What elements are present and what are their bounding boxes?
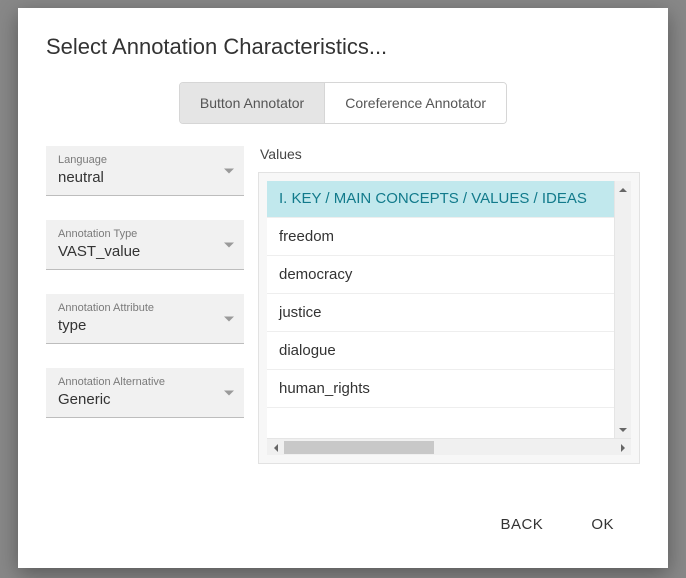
tab-button-annotator[interactable]: Button Annotator (180, 83, 324, 123)
values-label: Values (258, 146, 640, 162)
value-item[interactable]: dialogue (267, 332, 614, 370)
scroll-down-icon[interactable] (615, 421, 631, 438)
content-row: Language neutral Annotation Type VAST_va… (46, 146, 640, 464)
tab-row: Button Annotator Coreference Annotator (46, 82, 640, 124)
language-label: Language (58, 154, 234, 166)
dialog-actions: BACK OK (46, 510, 640, 539)
value-section-header[interactable]: I. KEY / MAIN CONCEPTS / VALUES / IDEAS (267, 181, 614, 218)
chevron-down-icon (224, 390, 234, 395)
language-value: neutral (58, 169, 234, 186)
annotation-attribute-label: Annotation Attribute (58, 302, 234, 314)
scroll-thumb[interactable] (284, 441, 434, 454)
value-item[interactable]: justice (267, 294, 614, 332)
values-list-wrapper: I. KEY / MAIN CONCEPTS / VALUES / IDEASf… (259, 173, 639, 438)
values-list: I. KEY / MAIN CONCEPTS / VALUES / IDEASf… (267, 181, 614, 438)
dialog: Select Annotation Characteristics... But… (18, 8, 668, 568)
language-dropdown[interactable]: Language neutral (46, 146, 244, 196)
annotation-alternative-label: Annotation Alternative (58, 376, 234, 388)
chevron-down-icon (224, 168, 234, 173)
annotation-attribute-dropdown[interactable]: Annotation Attribute type (46, 294, 244, 344)
annotation-type-dropdown[interactable]: Annotation Type VAST_value (46, 220, 244, 270)
values-box: I. KEY / MAIN CONCEPTS / VALUES / IDEASf… (258, 172, 640, 464)
tab-coreference-annotator[interactable]: Coreference Annotator (324, 83, 506, 123)
ok-button[interactable]: OK (583, 510, 622, 539)
annotation-attribute-value: type (58, 317, 234, 334)
scroll-left-icon[interactable] (267, 439, 284, 456)
horizontal-scrollbar[interactable] (267, 438, 631, 455)
annotation-type-label: Annotation Type (58, 228, 234, 240)
value-item[interactable]: democracy (267, 256, 614, 294)
value-item[interactable]: freedom (267, 218, 614, 256)
right-column: Values I. KEY / MAIN CONCEPTS / VALUES /… (258, 146, 640, 464)
annotation-alternative-dropdown[interactable]: Annotation Alternative Generic (46, 368, 244, 418)
left-column: Language neutral Annotation Type VAST_va… (46, 146, 244, 464)
dialog-title: Select Annotation Characteristics... (46, 34, 640, 60)
scroll-right-icon[interactable] (614, 439, 631, 456)
annotator-tab-group: Button Annotator Coreference Annotator (179, 82, 507, 124)
value-item[interactable]: human_rights (267, 370, 614, 408)
annotation-alternative-value: Generic (58, 391, 234, 408)
chevron-down-icon (224, 242, 234, 247)
annotation-type-value: VAST_value (58, 243, 234, 260)
scroll-up-icon[interactable] (615, 181, 631, 198)
vertical-scrollbar[interactable] (614, 181, 631, 438)
chevron-down-icon (224, 316, 234, 321)
back-button[interactable]: BACK (492, 510, 551, 539)
